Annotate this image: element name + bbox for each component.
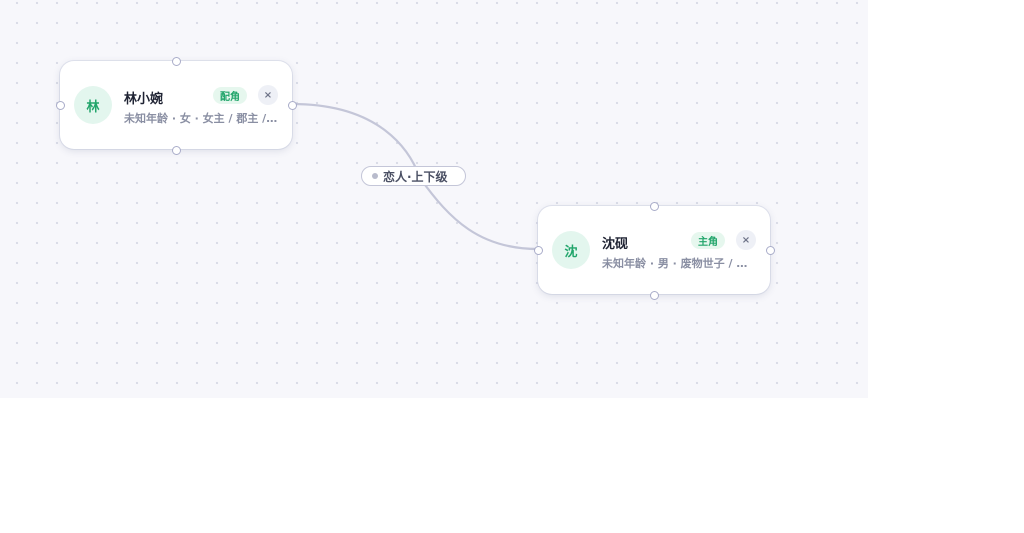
node-handle-bottom[interactable]	[172, 146, 181, 155]
character-name: 林小婉	[124, 92, 164, 107]
node-handle-top[interactable]	[650, 202, 659, 211]
relationship-edges	[291, 102, 539, 251]
node-handle-right[interactable]	[766, 246, 775, 255]
character-node-lin[interactable]: 林 林小婉 配角 × 未知年龄 · 女 · 女主 / 郡主 / …	[60, 61, 292, 149]
role-badge: 配角	[213, 87, 247, 104]
close-icon[interactable]: ×	[736, 230, 756, 250]
avatar: 沈	[552, 231, 590, 269]
node-handle-right[interactable]	[288, 101, 297, 110]
character-description: 未知年龄 · 女 · 女主 / 郡主 / …	[124, 112, 280, 125]
node-handle-left[interactable]	[534, 246, 543, 255]
close-icon[interactable]: ×	[258, 85, 278, 105]
edge-label[interactable]: 恋人·上下级	[361, 166, 466, 186]
node-handle-left[interactable]	[56, 101, 65, 110]
character-name: 沈砚	[602, 237, 629, 252]
character-node-shen[interactable]: 沈 沈砚 主角 × 未知年龄 · 男 · 废物世子 / 隐…	[538, 206, 770, 294]
edge-label-text: 恋人·上下级	[383, 169, 448, 184]
edge-dot-icon	[372, 173, 378, 179]
role-badge: 主角	[691, 232, 725, 249]
node-handle-top[interactable]	[172, 57, 181, 66]
character-description: 未知年龄 · 男 · 废物世子 / 隐…	[602, 257, 758, 270]
graph-canvas[interactable]: 林 林小婉 配角 × 未知年龄 · 女 · 女主 / 郡主 / … 沈 沈砚 主…	[0, 0, 868, 398]
avatar: 林	[74, 86, 112, 124]
node-handle-bottom[interactable]	[650, 291, 659, 300]
